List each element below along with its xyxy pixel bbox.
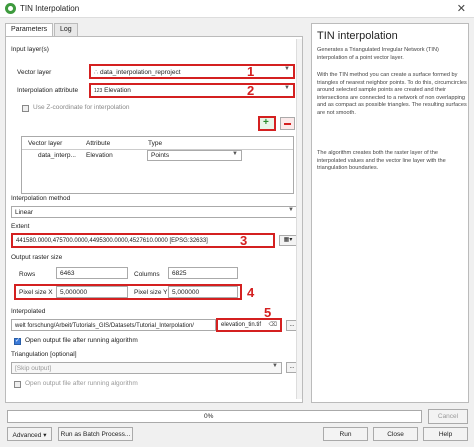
interpolated-path-input[interactable]: welt forschung/Arbeit/Tutorials_GIS/Data…	[11, 319, 216, 331]
title-bar: TIN Interpolation ✕	[0, 0, 474, 18]
triangulation-input[interactable]: [Skip output] ▼	[11, 362, 282, 374]
vector-layer-combo[interactable]: ∴ data_interpolation_reproject ▼	[89, 64, 295, 79]
help-title: TIN interpolation	[317, 30, 398, 42]
table-header-attribute: Attribute	[86, 140, 111, 147]
extent-label: Extent	[11, 223, 30, 230]
chevron-down-icon: ▼	[232, 151, 238, 157]
use-z-label: Use Z-coordinate for interpolation	[33, 104, 130, 111]
interp-attr-label: Interpolation attribute	[17, 87, 79, 94]
columns-value: 6825	[172, 270, 187, 277]
close-window-icon[interactable]: ✕	[457, 2, 466, 15]
interpolated-label: Interpolated	[11, 308, 46, 315]
table-header-vector-layer: Vector layer	[28, 140, 63, 147]
pixel-x-value: 5,000000	[60, 289, 88, 296]
open-output2-checkbox[interactable]	[14, 381, 21, 388]
add-layer-button[interactable]: +	[258, 116, 276, 131]
chevron-down-icon: ▼	[284, 85, 290, 91]
advanced-label: Advanced	[12, 432, 42, 439]
rows-label: Rows	[19, 271, 36, 278]
help-button[interactable]: Help	[423, 427, 468, 441]
pixel-y-value: 5,000000	[172, 289, 200, 296]
pixel-y-input[interactable]: 5,000000	[168, 286, 238, 298]
columns-label: Columns	[134, 271, 160, 278]
run-button[interactable]: Run	[323, 427, 368, 441]
annotation-4: 4	[247, 285, 255, 300]
vector-layer-label: Vector layer	[17, 69, 52, 76]
numeric-field-icon: 123	[94, 88, 103, 94]
map-canvas-icon: ▦▾	[283, 237, 293, 243]
help-panel: TIN interpolation Generates a Triangulat…	[311, 23, 469, 403]
cancel-button[interactable]: Cancel	[428, 409, 468, 424]
row-type-value: Points	[151, 152, 170, 159]
parameters-panel: Input layer(s) Vector layer ∴ data_inter…	[5, 36, 303, 403]
help-paragraph-2: With the TIN method you can create a sur…	[317, 72, 467, 116]
interpolated-file-input[interactable]: elevation_tin.tif ⌫	[216, 318, 282, 332]
chevron-down-icon: ▼	[284, 66, 290, 72]
triangulation-placeholder: [Skip output]	[15, 365, 52, 372]
batch-process-button[interactable]: Run as Batch Process...	[58, 427, 133, 441]
chevron-down-icon: ▾	[43, 432, 47, 439]
interpolated-path-value: welt forschung/Arbeit/Tutorials_GIS/Data…	[15, 323, 194, 329]
extent-input[interactable]: 441580.0000,475700.0000,4495300.0000,452…	[11, 233, 275, 248]
scrollbar[interactable]	[296, 39, 302, 399]
pixel-y-label: Pixel size Y	[134, 289, 168, 296]
annotation-5: 5	[264, 305, 272, 320]
tab-parameters[interactable]: Parameters	[5, 23, 54, 37]
layers-table[interactable]: Vector layer Attribute Type data_interp.…	[21, 136, 294, 194]
progress-text: 0%	[204, 413, 214, 420]
pixel-x-input[interactable]: 5,000000	[56, 286, 128, 298]
open-output2-label: Open output file after running algorithm	[25, 380, 138, 387]
close-button[interactable]: Close	[373, 427, 418, 441]
annotation-2: 2	[247, 83, 255, 98]
method-value: Linear	[15, 209, 34, 216]
minus-icon	[284, 123, 291, 125]
rows-value: 6463	[60, 270, 75, 277]
chevron-down-icon: ▼	[288, 207, 294, 213]
help-paragraph-1: Generates a Triangulated Irregular Netwo…	[317, 47, 439, 61]
pixel-x-label: Pixel size X	[19, 289, 53, 296]
input-layers-label: Input layer(s)	[11, 46, 49, 53]
clear-icon[interactable]: ⌫	[269, 321, 277, 328]
extent-value: 441580.0000,475700.0000,4495300.0000,452…	[16, 238, 208, 244]
row-type-combo[interactable]: Points ▼	[147, 150, 242, 161]
table-row[interactable]: data_interp... Elevation Points ▼	[22, 150, 293, 161]
method-combo[interactable]: Linear ▼	[11, 206, 298, 218]
annotation-1: 1	[247, 64, 255, 79]
triangulation-label: Triangulation [optional]	[11, 351, 77, 358]
plus-icon: +	[263, 117, 269, 128]
remove-layer-button[interactable]	[280, 117, 295, 130]
advanced-button[interactable]: Advanced ▾	[7, 427, 52, 441]
chevron-down-icon: ▼	[272, 363, 278, 369]
help-paragraph-3: The algorithm creates both the raster la…	[317, 150, 446, 171]
qgis-logo-icon	[5, 3, 16, 14]
rows-input[interactable]: 6463	[56, 267, 128, 279]
interp-attr-combo[interactable]: 123 Elevation ▼	[89, 83, 295, 98]
row-attribute: Elevation	[86, 152, 113, 159]
progress-bar: 0%	[7, 410, 422, 423]
annotation-3: 3	[240, 233, 248, 248]
tab-log[interactable]: Log	[54, 23, 78, 36]
open-output-checkbox[interactable]	[14, 337, 21, 345]
vector-layer-value: data_interpolation_reproject	[99, 69, 181, 76]
window-title: TIN Interpolation	[20, 4, 80, 13]
interp-attr-value: Elevation	[104, 87, 131, 94]
table-header-type: Type	[148, 140, 163, 147]
row-layer: data_interp...	[38, 152, 76, 159]
use-z-checkbox[interactable]	[22, 105, 29, 112]
interpolated-file-value: elevation_tin.tif	[221, 322, 262, 328]
columns-input[interactable]: 6825	[168, 267, 238, 279]
open-output-label: Open output file after running algorithm	[25, 337, 138, 344]
method-label: Interpolation method	[11, 195, 71, 202]
extent-selector-button[interactable]: ▦▾	[279, 235, 297, 246]
output-raster-label: Output raster size	[11, 254, 63, 261]
